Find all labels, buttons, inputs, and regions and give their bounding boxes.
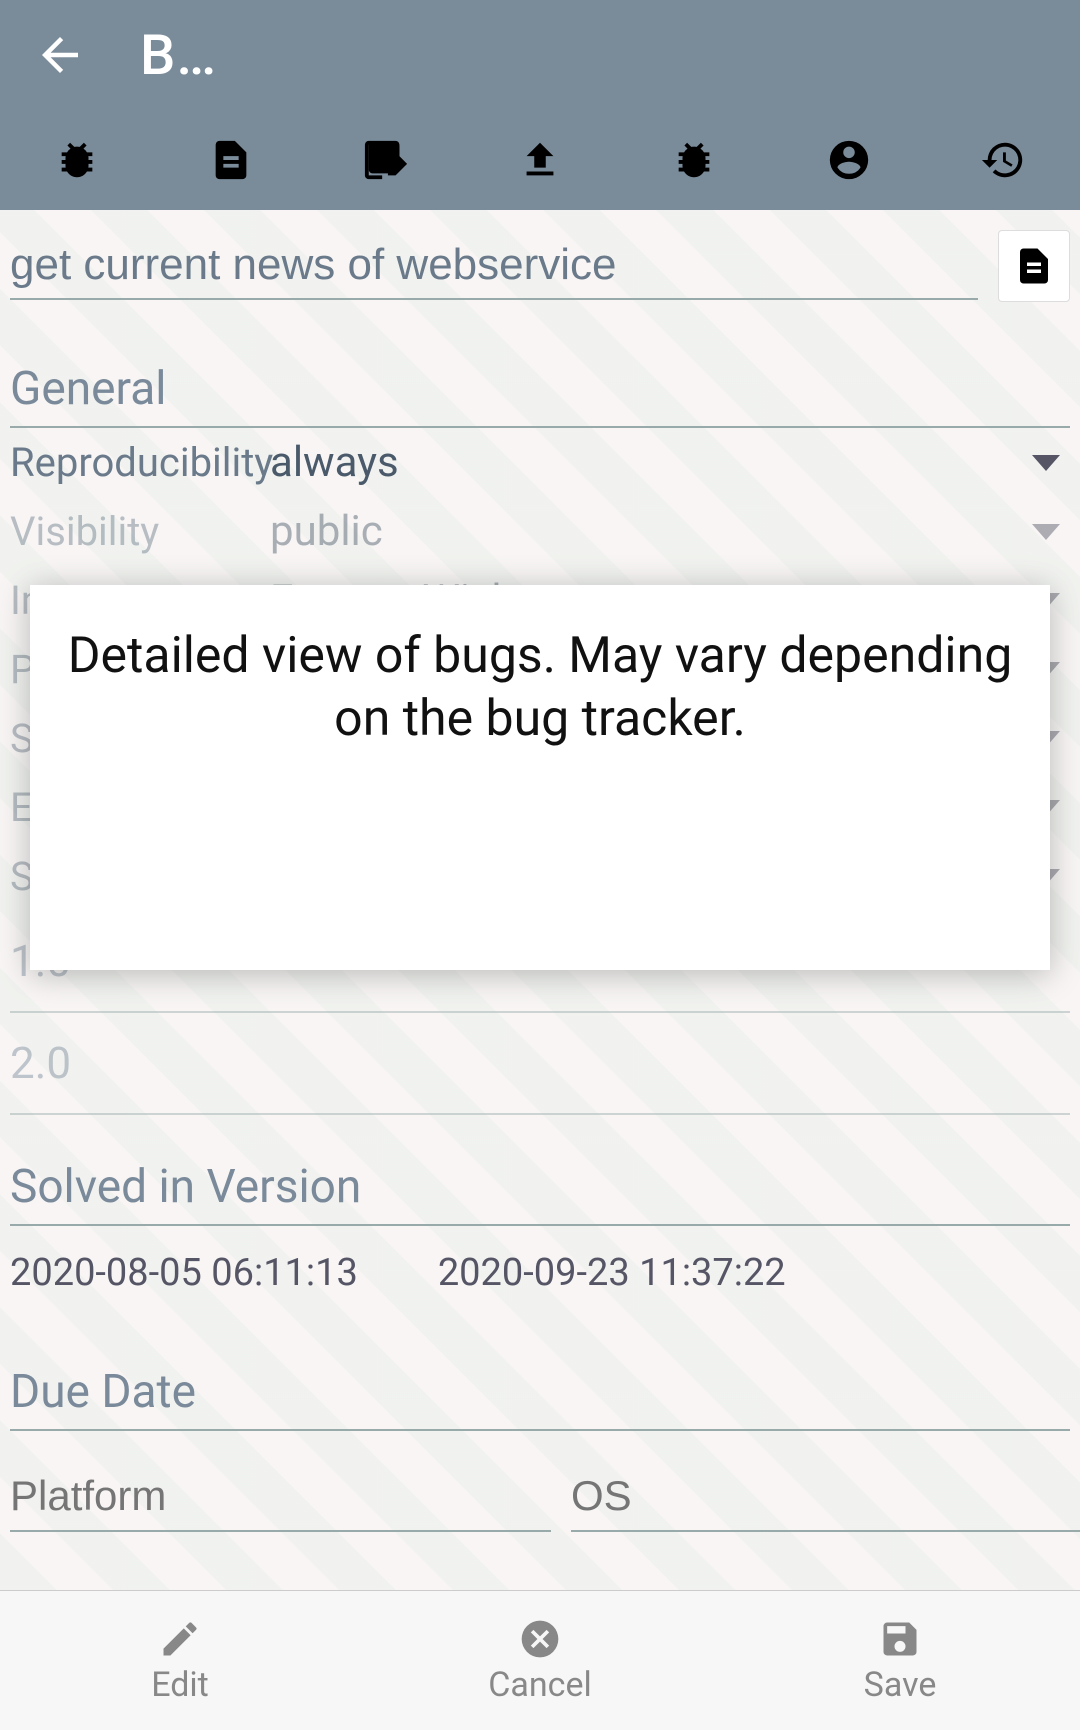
page-title: B…	[140, 22, 217, 88]
description-button[interactable]	[998, 230, 1070, 302]
bottom-bar: Edit Cancel Save	[0, 1590, 1080, 1730]
edit-button[interactable]: Edit	[0, 1591, 360, 1730]
cancel-label: Cancel	[488, 1665, 592, 1705]
field-label: Visibility	[10, 508, 270, 555]
edit-label: Edit	[151, 1665, 209, 1705]
field-value: always	[270, 438, 1070, 487]
info-tooltip[interactable]: Detailed view of bugs. May vary dependin…	[30, 585, 1050, 970]
pencil-icon	[158, 1617, 202, 1661]
document-icon[interactable]	[206, 135, 256, 185]
dropdown-value: public	[270, 507, 383, 556]
updated-date: 2020-09-23 11:37:22	[438, 1251, 786, 1295]
bug2-icon[interactable]	[669, 135, 719, 185]
dropdown-value: always	[270, 438, 399, 487]
platform-input[interactable]	[10, 1462, 551, 1532]
save-button[interactable]: Save	[720, 1591, 1080, 1730]
tooltip-text: Detailed view of bugs. May vary dependin…	[68, 627, 1013, 748]
note-icon[interactable]	[361, 135, 411, 185]
cancel-button[interactable]: Cancel	[360, 1591, 720, 1730]
created-date: 2020-08-05 06:11:13	[10, 1251, 358, 1295]
version-row-2[interactable]: 2.0	[10, 1013, 1070, 1115]
field-reproducibility[interactable]: Reproducibility always	[10, 428, 1070, 497]
chevron-down-icon	[1032, 455, 1060, 471]
close-circle-icon	[518, 1617, 562, 1661]
section-solved-version: Solved in Version	[10, 1140, 1070, 1226]
bug-icon[interactable]	[52, 135, 102, 185]
bug-title-input[interactable]	[10, 232, 978, 300]
history-icon[interactable]	[978, 135, 1028, 185]
person-icon[interactable]	[824, 135, 874, 185]
save-icon	[878, 1617, 922, 1661]
save-label: Save	[864, 1665, 937, 1705]
dates-row: 2020-08-05 06:11:13 2020-09-23 11:37:22	[10, 1226, 1070, 1320]
chevron-down-icon	[1032, 524, 1060, 540]
app-bar: B…	[0, 0, 1080, 110]
section-due-date[interactable]: Due Date	[10, 1345, 1070, 1431]
field-label: Reproducibility	[10, 439, 270, 486]
field-visibility[interactable]: Visibility public	[10, 497, 1070, 566]
field-value: public	[270, 507, 1070, 556]
section-general: General	[10, 342, 1070, 428]
os-input[interactable]	[571, 1462, 1080, 1532]
tab-bar	[0, 110, 1080, 210]
upload-icon[interactable]	[515, 135, 565, 185]
back-icon[interactable]	[30, 25, 90, 85]
